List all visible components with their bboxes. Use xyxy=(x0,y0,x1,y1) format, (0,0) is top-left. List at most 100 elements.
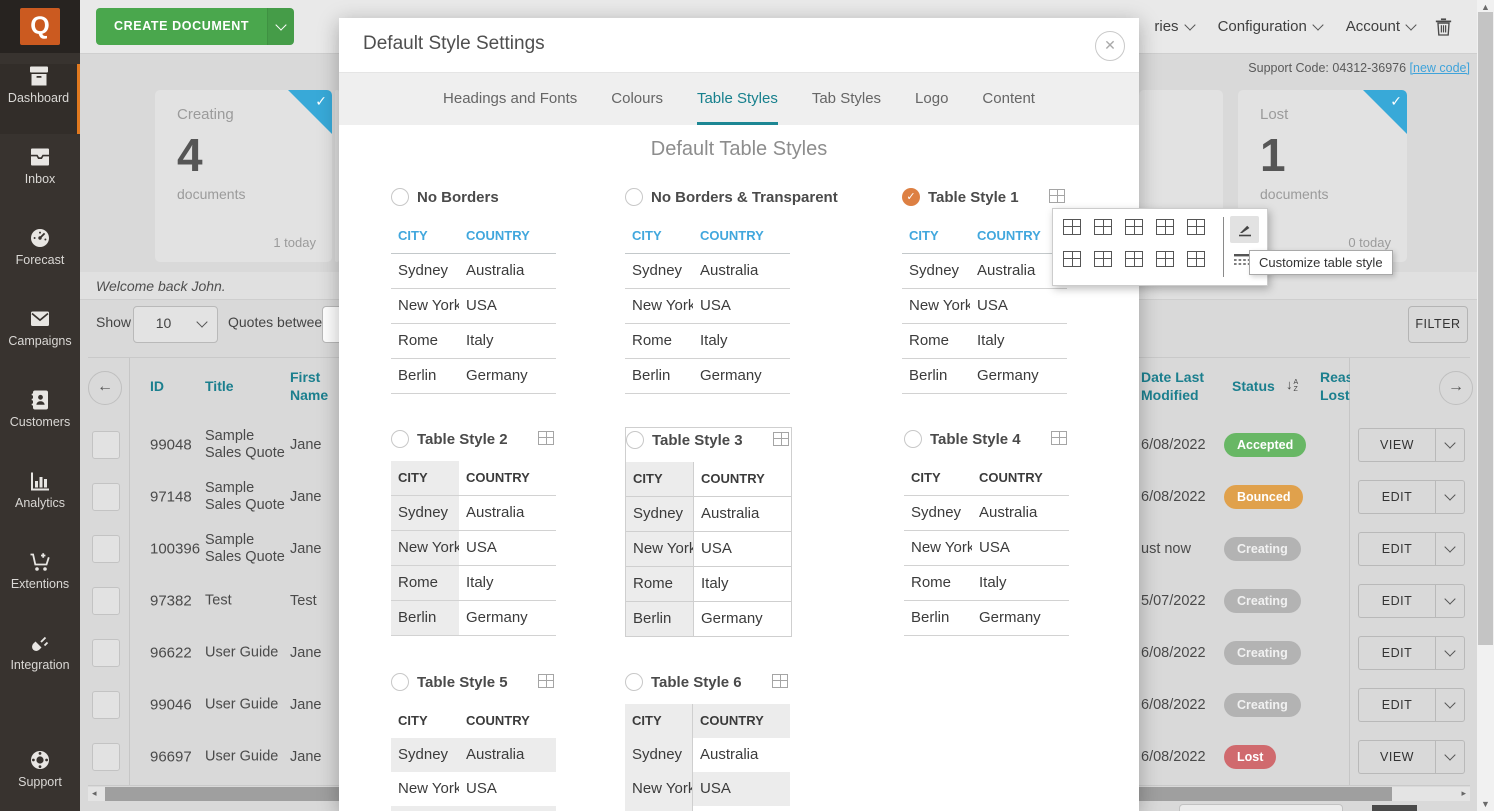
row-checkbox[interactable] xyxy=(92,743,120,771)
pagination-partial-input[interactable] xyxy=(1179,804,1343,811)
sidebar-item-label: Dashboard xyxy=(0,91,77,105)
cell-first-name: Jane xyxy=(290,437,321,453)
sidebar-item-forecast[interactable]: Forecast xyxy=(0,226,80,296)
row-checkbox[interactable] xyxy=(92,691,120,719)
col-header-reason-lost[interactable]: Reason Lost xyxy=(1320,368,1350,404)
row-action-dropdown[interactable] xyxy=(1435,532,1465,566)
pagination-partial-button[interactable] xyxy=(1372,805,1417,811)
create-document-button[interactable]: CREATE DOCUMENT xyxy=(96,8,294,45)
row-checkbox[interactable] xyxy=(92,483,120,511)
scrollbar-left-arrow-icon[interactable]: ◂ xyxy=(92,788,97,799)
border-style-button[interactable] xyxy=(1094,219,1112,235)
style-radio[interactable]: ✓ xyxy=(902,188,920,206)
tab-logo[interactable]: Logo xyxy=(915,73,948,125)
row-checkbox[interactable] xyxy=(92,639,120,667)
modal-section-heading: Default Table Styles xyxy=(339,138,1139,161)
vertical-scrollbar-thumb[interactable] xyxy=(1478,12,1493,645)
sidebar-item-extentions[interactable]: Extentions xyxy=(0,550,80,620)
tab-tab-styles[interactable]: Tab Styles xyxy=(812,73,881,125)
style-radio[interactable] xyxy=(391,188,409,206)
scrollbar-right-arrow-icon[interactable]: ▸ xyxy=(1461,788,1466,799)
scroll-left-button[interactable]: ← xyxy=(88,371,122,405)
tab-content[interactable]: Content xyxy=(982,73,1035,125)
app-logo[interactable]: Q xyxy=(20,8,60,45)
scrollbar-up-arrow-icon[interactable]: ▲ xyxy=(1477,2,1494,12)
preview-row: BerlinGermany xyxy=(902,359,1067,394)
preview-row: New YorkUSA xyxy=(625,772,790,806)
preview-row: BerlinGermany xyxy=(625,359,790,394)
close-icon[interactable]: ✕ xyxy=(1095,31,1125,61)
border-style-button[interactable] xyxy=(1125,219,1143,235)
style-radio[interactable] xyxy=(626,431,644,449)
sidebar-item-integration[interactable]: Integration xyxy=(0,631,80,701)
row-action-dropdown[interactable] xyxy=(1435,636,1465,670)
tab-headings-and-fonts[interactable]: Headings and Fonts xyxy=(443,73,577,125)
sidebar-item-support[interactable]: Support xyxy=(0,737,80,807)
col-header-status[interactable]: Status xyxy=(1232,377,1275,395)
border-style-button[interactable] xyxy=(1187,219,1205,235)
cell-first-name: Jane xyxy=(290,489,321,505)
sidebar-item-customers[interactable]: Customers xyxy=(0,388,80,458)
style-radio[interactable] xyxy=(391,430,409,448)
customize-pencil-button[interactable] xyxy=(1230,216,1259,243)
table-grid-icon[interactable] xyxy=(772,674,788,688)
sidebar-item-inbox[interactable]: Inbox xyxy=(0,145,80,215)
border-style-button[interactable] xyxy=(1156,251,1174,267)
page-size-select[interactable]: 10 xyxy=(133,306,218,343)
row-action-button[interactable]: EDIT xyxy=(1358,584,1435,618)
tab-colours[interactable]: Colours xyxy=(611,73,663,125)
row-checkbox[interactable] xyxy=(92,535,120,563)
tab-table-styles[interactable]: Table Styles xyxy=(697,73,778,125)
row-action: EDIT xyxy=(1358,584,1465,618)
row-action-button[interactable]: EDIT xyxy=(1358,636,1435,670)
nav-item-account[interactable]: Account xyxy=(1346,18,1415,35)
row-action-button[interactable]: EDIT xyxy=(1358,532,1435,566)
new-code-link[interactable]: [new code] xyxy=(1410,61,1470,75)
row-action-dropdown[interactable] xyxy=(1435,584,1465,618)
border-style-button[interactable] xyxy=(1156,219,1174,235)
sort-icon[interactable]: ↓AZ xyxy=(1286,377,1298,393)
table-grid-icon[interactable] xyxy=(1051,431,1067,445)
border-style-button[interactable] xyxy=(1094,251,1112,267)
border-style-button[interactable] xyxy=(1125,251,1143,267)
nav-item-libraries[interactable]: ries xyxy=(1154,18,1193,35)
preview-cell: Berlin xyxy=(391,601,459,635)
create-document-dropdown[interactable] xyxy=(267,8,294,45)
nav-item-configuration[interactable]: Configuration xyxy=(1218,18,1322,35)
row-checkbox[interactable] xyxy=(92,431,120,459)
row-action-button[interactable]: VIEW xyxy=(1358,740,1435,774)
table-grid-icon[interactable] xyxy=(538,431,554,445)
row-action-dropdown[interactable] xyxy=(1435,740,1465,774)
table-grid-icon[interactable] xyxy=(773,432,789,446)
sidebar-item-analytics[interactable]: Analytics xyxy=(0,469,80,539)
scrollbar-down-arrow-icon[interactable]: ▼ xyxy=(1477,799,1494,809)
border-style-button[interactable] xyxy=(1063,251,1081,267)
border-style-button[interactable] xyxy=(1063,219,1081,235)
col-header-id[interactable]: ID xyxy=(150,377,164,395)
style-radio[interactable] xyxy=(625,188,643,206)
style-preview-table: CITYCOUNTRYSydneyAustraliaNew YorkUSARom… xyxy=(391,704,556,811)
row-action-dropdown[interactable] xyxy=(1435,688,1465,722)
border-style-button[interactable] xyxy=(1187,251,1205,267)
create-document-label[interactable]: CREATE DOCUMENT xyxy=(96,8,267,45)
sidebar-item-campaigns[interactable]: Campaigns xyxy=(0,307,80,377)
table-grid-icon[interactable] xyxy=(538,674,554,688)
style-radio[interactable] xyxy=(625,673,643,691)
col-header-first-name[interactable]: First Name xyxy=(290,368,334,404)
sidebar-item-dashboard[interactable]: Dashboard xyxy=(0,64,80,134)
row-action-button[interactable]: EDIT xyxy=(1358,688,1435,722)
row-checkbox[interactable] xyxy=(92,587,120,615)
scroll-right-button[interactable]: → xyxy=(1439,371,1473,405)
style-radio[interactable] xyxy=(391,673,409,691)
filter-button[interactable]: FILTER xyxy=(1408,306,1468,343)
col-header-date-modified[interactable]: Date Last Modified xyxy=(1141,368,1223,404)
table-grid-icon[interactable] xyxy=(1049,189,1065,203)
trash-icon[interactable] xyxy=(1435,17,1452,36)
vertical-scrollbar[interactable]: ▲ ▼ xyxy=(1477,0,1494,811)
row-action-dropdown[interactable] xyxy=(1435,480,1465,514)
row-action-dropdown[interactable] xyxy=(1435,428,1465,462)
row-action-button[interactable]: EDIT xyxy=(1358,480,1435,514)
row-action-button[interactable]: VIEW xyxy=(1358,428,1435,462)
col-header-title[interactable]: Title xyxy=(205,377,234,395)
style-radio[interactable] xyxy=(904,430,922,448)
